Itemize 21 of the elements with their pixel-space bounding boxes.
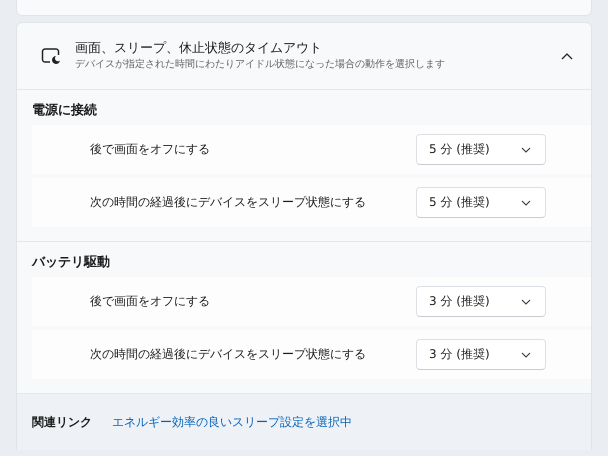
timeout-dropdown[interactable]: 5 分 (推奨) xyxy=(416,187,546,218)
chevron-down-icon xyxy=(521,298,531,304)
timeout-dropdown[interactable]: 5 分 (推奨) xyxy=(416,134,546,165)
screen-moon-icon xyxy=(41,47,61,65)
chevron-down-icon xyxy=(521,352,531,358)
chevron-down-icon xyxy=(521,200,531,206)
setting-label: 後で画面をオフにする xyxy=(90,141,211,158)
setting-label: 後で画面をオフにする xyxy=(90,293,211,310)
timeout-dropdown[interactable]: 3 分 (推奨) xyxy=(416,286,546,317)
section-heading: バッテリ駆動 xyxy=(32,254,111,272)
chevron-down-icon xyxy=(521,146,531,152)
card-description: デバイスが指定された時間にわたりアイドル状態になった場合の動作を選択します xyxy=(75,58,446,72)
sleep-settings-link[interactable]: エネルギー効率の良いスリープ設定を選択中 xyxy=(112,414,352,430)
related-links-label: 関連リンク xyxy=(32,414,92,430)
setting-label: 次の時間の経過後にデバイスをスリープ状態にする xyxy=(90,346,367,363)
card-title: 画面、スリープ、休止状態のタイムアウト xyxy=(75,40,323,58)
setting-label: 次の時間の経過後にデバイスをスリープ状態にする xyxy=(90,194,367,211)
chevron-icon xyxy=(561,52,573,60)
section-heading: 電源に接続 xyxy=(32,102,98,120)
timeout-dropdown[interactable]: 3 分 (推奨) xyxy=(416,339,546,370)
expander-header[interactable]: 画面、スリープ、休止状態のタイムアウト デバイスが指定された時間にわたりアイドル状態になった場合の動作を選択します xyxy=(17,23,591,90)
